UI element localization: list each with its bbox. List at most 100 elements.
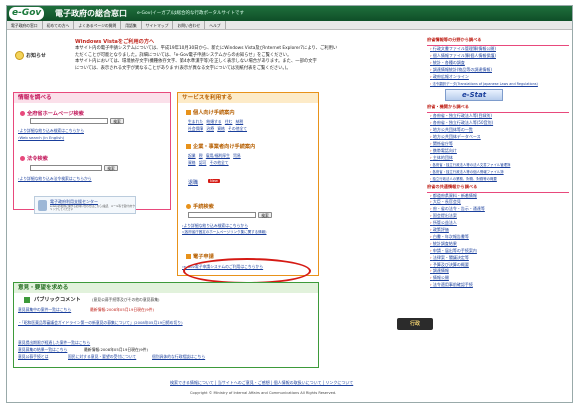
right-link[interactable]: 統計・各種の調査 xyxy=(430,60,569,67)
ministry-search-label: 全府省ホームページ検索 xyxy=(27,111,84,117)
right-link[interactable]: 法律案・閣議決定等 xyxy=(430,255,569,262)
gyosei-badge[interactable]: 行政 xyxy=(397,318,433,330)
right-link[interactable]: 関係省庁等 xyxy=(430,141,569,148)
notice-line: 本サイト内の電子申請システムについては、平成19年10月30日から、新たにWin… xyxy=(75,46,338,51)
personal-link[interactable]: 生まれた xyxy=(188,119,203,124)
pc-icon xyxy=(24,297,30,303)
esub-title: 電子申請 xyxy=(186,253,214,260)
personal-title: 個人向け手続案内 xyxy=(186,109,235,116)
corp-link[interactable]: その他全て xyxy=(210,160,229,165)
nav-item[interactable]: 初めての方へ xyxy=(43,21,75,29)
right-link[interactable]: 調達情報統計(物品等の調達情報) xyxy=(430,67,569,74)
ministry-search-title: 全府省ホームページ検索 xyxy=(20,110,84,117)
footer-links[interactable]: 検索できる情報について | 当サイトへのご意見・ご感想 | 個人情報の取扱いにつ… xyxy=(170,380,353,386)
advanced-search-link[interactable]: ›より詳細な絞り込み検索はこちらから xyxy=(18,128,84,134)
proc-search-label: 手続検索 xyxy=(193,204,214,210)
opinion-panel: 意見・要望を求める パブリックコメント (意見公募手続等及びその他の意見募集) … xyxy=(13,282,319,368)
new-badge: New xyxy=(208,179,220,183)
nav-item[interactable]: 用語集 xyxy=(121,21,142,29)
nav-item[interactable]: よくあるページの質問 xyxy=(74,21,122,29)
personal-link[interactable]: 治療 xyxy=(206,126,214,131)
estat-logo[interactable]: e-Stat xyxy=(445,89,503,102)
support-icon xyxy=(38,200,47,211)
notice-label: お知らせ xyxy=(26,53,46,59)
right-link[interactable]: 調達情報 xyxy=(430,268,569,275)
pc-title: パブリックコメント xyxy=(34,297,81,303)
corp-label: 企業・事業者向け手続案内 xyxy=(193,144,256,150)
personal-row: 社会保障 治療 資格 その他全て xyxy=(188,126,247,132)
right-link[interactable]: 政府広報オンライン xyxy=(430,74,569,81)
personal-link[interactable]: 資格 xyxy=(217,126,225,131)
right-link[interactable]: 独立行政法人の業務、財務、財務等の概要 xyxy=(430,176,569,183)
egov-logo[interactable]: e-Gov xyxy=(9,7,45,20)
pc-past-link[interactable]: 意見提出期限が経過した案件一覧はこちら xyxy=(18,340,90,346)
personal-link[interactable]: 住む xyxy=(225,119,233,124)
personal-link[interactable]: 社会保障 xyxy=(188,126,203,131)
pc-current-link[interactable]: 意見募集中の案件一覧はこちら xyxy=(18,307,71,313)
notice-body: 本サイト内の電子申請システムについては、平成19年10月30日から、新たにWin… xyxy=(75,46,405,72)
law-search-title: 法令検索 xyxy=(20,155,48,162)
retire-link[interactable]: 退職 xyxy=(188,179,198,186)
personal-link[interactable]: 結婚する xyxy=(206,119,221,124)
right-link[interactable]: 予算及び決算の概要 xyxy=(430,262,569,269)
right-link[interactable]: 個人情報ファイル簿(個人情報保護) xyxy=(430,53,569,60)
notice-heading: Windows Vistaをご利用の方へ xyxy=(75,39,155,45)
right-link[interactable]: 政策評価 xyxy=(430,227,569,234)
corp-link[interactable]: 認可 xyxy=(199,160,207,165)
right-link[interactable]: 統計調査結果 xyxy=(430,241,569,248)
bullet-icon xyxy=(20,110,25,116)
right-link[interactable]: 各府省・独立行政法人等の個人情報ファイル簿 xyxy=(430,169,569,176)
bullet-icon xyxy=(186,253,191,259)
right-link[interactable]: 白書・年次報告書等 xyxy=(430,234,569,241)
law-advanced-link[interactable]: ›より詳細な絞り込み法令検索はこちらから xyxy=(18,176,92,182)
corp-link[interactable]: 資格 xyxy=(188,160,196,165)
corp-link[interactable]: 雇用/福利厚生 xyxy=(206,153,230,158)
right-link[interactable]: 携帯電話向け xyxy=(430,148,569,155)
service-panel: サービスを利用する 個人向け手続案内 生まれた 結婚する 住む 納税 社会保障 … xyxy=(177,92,319,276)
right-link[interactable]: 法令適用事前確認手続 xyxy=(430,282,569,289)
pc-about-link[interactable]: 意見公募手続とは xyxy=(18,354,48,360)
corp-link[interactable]: 起業 xyxy=(188,153,196,158)
proc-search-button[interactable]: 検索 xyxy=(258,212,272,218)
law-search-input[interactable] xyxy=(30,165,102,171)
proc-advanced-link[interactable]: ›より詳細な絞り込み検索はこちらから xyxy=(182,223,248,229)
pc-subtitle: (意見公募手続等及びその他の意見募集) xyxy=(92,297,160,302)
gyosei-badge-label: 行政 xyxy=(409,321,420,327)
right-link[interactable]: 主体的団体 xyxy=(430,155,569,162)
ministry-search-input[interactable] xyxy=(30,118,108,124)
right-column: 府省情報等の分野から調べる 行政文書ファイル管理簿(情報公開) 個人情報ファイル… xyxy=(427,36,569,386)
global-nav: 電子政府の窓口 初めての方へ よくあるページの質問 用語集 サイトマップ お問い… xyxy=(7,21,572,30)
esub-label: 電子申請 xyxy=(193,254,214,260)
copyright: Copyright © Ministry of Internal Affairs… xyxy=(190,391,337,395)
ministry-search-button[interactable]: 検索 xyxy=(110,118,124,124)
support-center-banner[interactable]: 電子政府利用支援センター e-Govの利用に関するお問い合わせはこちら(電話、メ… xyxy=(34,196,136,214)
right-link[interactable]: 行政文書ファイル管理簿(情報公開) xyxy=(430,46,569,53)
law-search-button[interactable]: 検索 xyxy=(104,165,118,171)
corp-row: 資格 認可 その他全て xyxy=(188,160,229,166)
right-link[interactable]: 申請・届出等の手続案内 xyxy=(430,248,569,255)
personal-link[interactable]: 納税 xyxy=(236,119,244,124)
personal-link[interactable]: その他全て xyxy=(228,126,247,131)
corp-link[interactable]: 税 xyxy=(199,153,203,158)
site-title: 電子政府の総合窓口 xyxy=(55,9,127,18)
proc-search-title: 手続検索 xyxy=(186,203,214,210)
nav-item[interactable]: 電子政府の窓口 xyxy=(7,21,43,29)
proc-search-input[interactable] xyxy=(188,212,256,218)
english-search-link[interactable]: ›Web search (in English) xyxy=(18,135,64,140)
right-link[interactable]: 法令翻訳データ(Translations of Japanese Laws an… xyxy=(430,81,569,88)
pc-result-count: 最新情報:2008年05月19日現在(9件) xyxy=(84,347,148,352)
notice-line: 本サイト内においては、環境依存文字(機種依存文字、第4水準漢字等)を正しく表示し… xyxy=(75,59,317,65)
corp-link[interactable]: 貿易 xyxy=(233,153,241,158)
nav-item[interactable]: ヘルプ xyxy=(205,21,226,29)
pc-item-link[interactable]: ・「昭和医薬品等審議会ガイドライン第一の新意見の募集について」(2008年05月… xyxy=(18,320,183,326)
pc-result-link[interactable]: 意見募集の結果一覧はこちら xyxy=(18,347,67,353)
nav-item[interactable]: サイトマップ xyxy=(142,21,174,29)
nav-item[interactable]: お問い合わせ xyxy=(173,21,206,29)
right-link[interactable]: 所管公益法人 xyxy=(430,220,569,227)
pc-request-link[interactable]: 国民に対する意見・要望の受付について xyxy=(68,354,136,360)
personal-label: 個人向け手続案内 xyxy=(193,110,235,116)
proc-links-info[interactable]: ›(各府省庁固定のホームページリンク集に関する情報) xyxy=(182,230,266,235)
opinion-heading: 意見・要望を求める xyxy=(14,283,318,293)
right-link[interactable]: 各府省・独立行政法人等の法人文書ファイル管理簿 xyxy=(430,162,569,169)
pc-consult-link[interactable]: 個別具体的な行政相談はこちら xyxy=(152,354,205,360)
